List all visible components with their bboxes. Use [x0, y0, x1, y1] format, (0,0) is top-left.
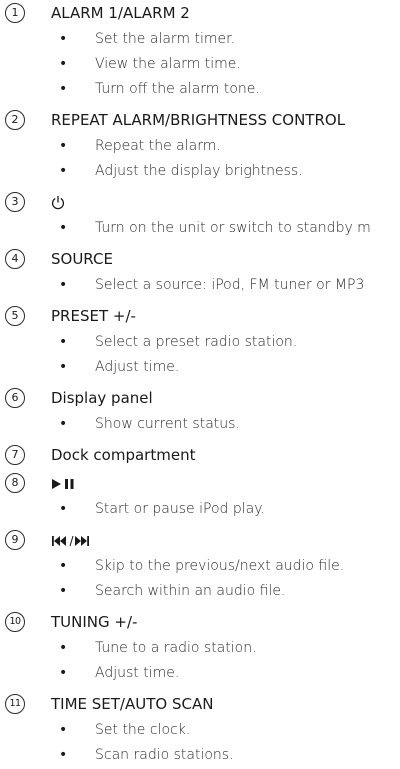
bullet-line: • Search within an audio file.	[0, 580, 400, 605]
bullet-line: • Adjust time.	[0, 356, 400, 381]
bullet-line: • Set the alarm timer.	[0, 28, 400, 53]
bullet-text: Search within an audio file.	[95, 583, 286, 599]
bullet-dot: •	[59, 722, 68, 738]
list-item: 5 PRESET +/- • Select a preset radio stat…	[0, 303, 400, 381]
item-number: 1	[5, 3, 25, 23]
prev-next-icon	[51, 530, 91, 550]
bullet-text: Adjust the display brightness.	[95, 163, 303, 179]
item-number: 8	[5, 473, 25, 493]
list-item: 8 • Start or pause iPod play.	[0, 470, 400, 523]
bullet-dot: •	[59, 359, 68, 375]
bullet-line: • Tune to a radio station.	[0, 637, 400, 662]
item-title: PRESET +/-	[51, 307, 136, 325]
list-item: 6 Display panel • Show current status.	[0, 385, 400, 438]
bullet-dot: •	[59, 747, 68, 763]
item-number: 5	[5, 306, 25, 326]
bullet-text: Select a preset radio station.	[95, 334, 298, 350]
list-item: 7 Dock compartment	[0, 442, 400, 470]
bullet-text: Start or pause iPod play.	[95, 501, 265, 517]
controls-list: 1 ALARM 1/ALARM 2 • Set the alarm timer. …	[0, 0, 400, 769]
bullet-text: Set the alarm timer.	[95, 31, 236, 47]
bullet-text: Set the clock.	[95, 722, 191, 738]
bullet-line: • Start or pause iPod play.	[0, 498, 400, 523]
bullet-dot: •	[59, 558, 68, 574]
bullet-dot: •	[59, 31, 68, 47]
bullet-text: Scan radio stations.	[95, 747, 234, 763]
bullet-dot: •	[59, 163, 68, 179]
item-title: SOURCE	[51, 250, 113, 268]
bullet-line: • Show current status.	[0, 413, 400, 438]
item-title: TIME SET/AUTO SCAN	[51, 695, 214, 713]
item-title: TUNING +/-	[51, 613, 138, 631]
item-number: 2	[5, 110, 25, 130]
bullet-text: Show current status.	[95, 416, 240, 432]
item-number: 11	[5, 694, 25, 714]
bullet-line: • Scan radio stations.	[0, 744, 400, 769]
list-item: 9 • Skip to the previous/next audio file.…	[0, 527, 400, 605]
bullet-dot: •	[59, 81, 68, 97]
bullet-line: • Turn on the unit or switch to standby m	[0, 217, 400, 242]
item-number: 7	[5, 445, 25, 465]
bullet-line: • Adjust the display brightness.	[0, 160, 400, 185]
bullet-dot: •	[59, 56, 68, 72]
bullet-line: • Adjust time.	[0, 662, 400, 687]
list-item: 2 REPEAT ALARM/BRIGHTNESS CONTROL • Repea…	[0, 107, 400, 185]
power-icon	[51, 192, 65, 212]
bullet-text: Repeat the alarm.	[95, 138, 221, 154]
item-number: 9	[5, 530, 25, 550]
bullet-dot: •	[59, 583, 68, 599]
item-number: 10	[5, 612, 25, 632]
bullet-text: Adjust time.	[95, 665, 180, 681]
list-item: 3 • Turn on the unit or switch to standby…	[0, 189, 400, 242]
bullet-line: • Set the clock.	[0, 719, 400, 744]
list-item: 1 ALARM 1/ALARM 2 • Set the alarm timer. …	[0, 0, 400, 103]
bullet-dot: •	[59, 277, 68, 293]
bullet-text: Skip to the previous/next audio file.	[95, 558, 345, 574]
bullet-dot: •	[59, 665, 68, 681]
bullet-text: Select a source: iPod, FM tuner or MP3	[95, 277, 365, 293]
list-item: 10 TUNING +/- • Tune to a radio station. …	[0, 609, 400, 687]
bullet-dot: •	[59, 640, 68, 656]
item-number: 4	[5, 249, 25, 269]
bullet-text: Adjust time.	[95, 359, 180, 375]
list-item: 11 TIME SET/AUTO SCAN • Set the clock. • S…	[0, 691, 400, 769]
play-pause-icon	[51, 473, 77, 493]
bullet-text: Tune to a radio station.	[95, 640, 257, 656]
bullet-line: • View the alarm time.	[0, 53, 400, 78]
bullet-text: Turn on the unit or switch to standby m	[95, 220, 371, 236]
bullet-line: • Repeat the alarm.	[0, 135, 400, 160]
bullet-text: View the alarm time.	[95, 56, 241, 72]
bullet-dot: •	[59, 416, 68, 432]
item-title: Display panel	[51, 389, 153, 407]
list-item: 4 SOURCE • Select a source: iPod, FM tune…	[0, 246, 400, 299]
bullet-dot: •	[59, 220, 68, 236]
bullet-line: • Select a preset radio station.	[0, 331, 400, 356]
bullet-dot: •	[59, 501, 68, 517]
item-number: 3	[5, 192, 25, 212]
bullet-line: • Turn off the alarm tone.	[0, 78, 400, 103]
item-title: Dock compartment	[51, 446, 196, 464]
bullet-dot: •	[59, 138, 68, 154]
bullet-text: Turn off the alarm tone.	[95, 81, 260, 97]
bullet-dot: •	[59, 334, 68, 350]
item-title: ALARM 1/ALARM 2	[51, 4, 190, 22]
bullet-line: • Skip to the previous/next audio file.	[0, 555, 400, 580]
item-number: 6	[5, 388, 25, 408]
item-title: REPEAT ALARM/BRIGHTNESS CONTROL	[51, 111, 346, 129]
bullet-line: • Select a source: iPod, FM tuner or MP3	[0, 274, 400, 299]
